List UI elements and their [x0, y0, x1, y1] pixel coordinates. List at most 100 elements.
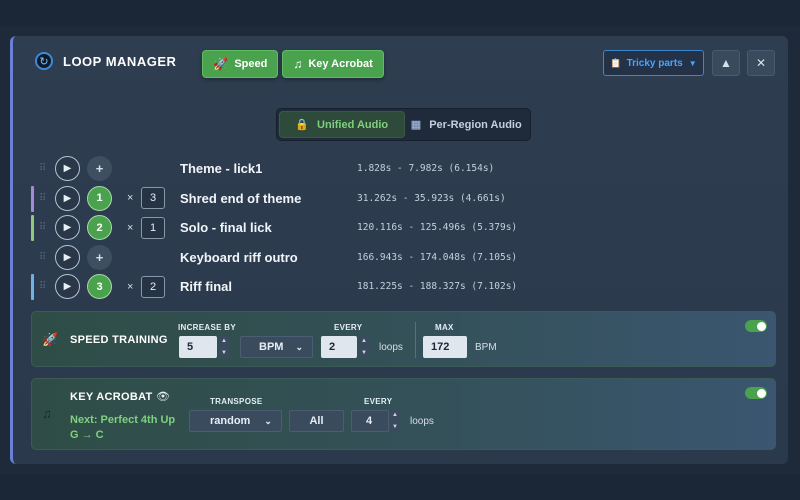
transpose-label: TRANSPOSE: [210, 397, 263, 406]
chevron-down-icon: ⌄: [264, 415, 272, 426]
speed-button[interactable]: 🚀 Speed: [202, 50, 279, 78]
loop-logo-icon: ↻: [35, 52, 53, 70]
eye-icon[interactable]: 👁: [156, 390, 170, 403]
chevron-down-icon: ▼: [688, 58, 697, 68]
play-button[interactable]: ▶: [55, 156, 80, 182]
play-icon: ▶: [63, 163, 72, 175]
scope-select-value: All: [309, 415, 324, 427]
max-input[interactable]: 172: [423, 336, 467, 358]
every-input[interactable]: 4: [351, 410, 389, 432]
loop-row: ⠿ ▶ + Keyboard riff outro 166.943s - 174…: [29, 243, 549, 273]
key-acrobat-toggle[interactable]: [745, 387, 767, 399]
stepper-up-icon: ▲: [392, 412, 398, 418]
rocket-icon: 🚀: [42, 332, 59, 347]
close-icon: ✕: [755, 56, 767, 70]
times-sign: ×: [127, 221, 134, 234]
repeat-count-input[interactable]: 2: [141, 275, 165, 298]
loop-row: ⠿ ▶ 1 × 3 Shred end of theme 31.262s - 3…: [29, 184, 549, 214]
preset-dropdown[interactable]: 📋 Tricky parts ▼: [603, 50, 704, 76]
loop-time: 31.262s - 35.923s (4.661s): [357, 192, 506, 204]
increase-by-input[interactable]: 5: [179, 336, 217, 358]
increase-by-label: INCREASE BY: [178, 323, 236, 332]
next-transposition: Next: Perfect 4th Up G → C: [70, 413, 175, 443]
drag-handle-icon[interactable]: ⠿: [39, 163, 46, 174]
unit-select[interactable]: BPM ⌄: [240, 336, 313, 358]
play-icon: ▶: [63, 251, 72, 263]
music-note-icon: ♫: [42, 406, 52, 421]
loop-row: ⠿ ▶ + Theme - lick1 1.828s - 7.982s (6.1…: [29, 154, 549, 184]
play-icon: ▶: [63, 281, 72, 293]
drag-handle-icon[interactable]: ⠿: [39, 193, 46, 204]
speed-training-card: 🚀 SPEED TRAINING INCREASE BY 5 ▲ ▼ BPM ⌄ …: [31, 311, 776, 367]
loop-number-badge[interactable]: 2: [87, 215, 112, 241]
transpose-select[interactable]: random ⌄: [189, 410, 282, 432]
loop-name[interactable]: Keyboard riff outro: [180, 250, 298, 265]
loop-name[interactable]: Riff final: [180, 279, 232, 294]
loop-number-badge[interactable]: 1: [87, 185, 112, 211]
loop-color-bar: [31, 274, 34, 300]
unit-select-value: BPM: [259, 341, 284, 353]
loop-name[interactable]: Solo - final lick: [180, 220, 272, 235]
speed-training-title: SPEED TRAINING: [70, 334, 168, 346]
music-note-icon: ♫: [293, 57, 303, 71]
rocket-icon: 🚀: [213, 57, 229, 71]
next-key-text: G → C: [70, 429, 104, 441]
times-sign: ×: [127, 192, 134, 205]
drag-handle-icon[interactable]: ⠿: [39, 252, 46, 263]
loop-number-badge[interactable]: 3: [87, 274, 112, 300]
transpose-select-value: random: [210, 415, 251, 427]
speed-training-toggle[interactable]: [745, 320, 767, 332]
loop-color-bar: [31, 185, 34, 212]
add-loop-button[interactable]: +: [87, 156, 112, 182]
key-acrobat-card: ♫ KEY ACROBAT 👁 Next: Perfect 4th Up G →…: [31, 378, 776, 450]
play-icon: ▶: [63, 222, 72, 234]
per-region-audio-option[interactable]: ▦ Per-Region Audio: [405, 111, 529, 138]
divider: [415, 322, 416, 358]
scope-select[interactable]: All: [289, 410, 344, 432]
panel-header: ↻ LOOP MANAGER 🚀 Speed ♫ Key Acrobat: [35, 36, 388, 92]
key-acrobat-button[interactable]: ♫ Key Acrobat: [282, 50, 384, 78]
key-acrobat-title: KEY ACROBAT: [70, 391, 153, 403]
play-button[interactable]: ▶: [55, 215, 80, 241]
every-unit-label: loops: [379, 342, 403, 353]
every-stepper[interactable]: ▲ ▼: [390, 410, 400, 432]
loop-time: 1.828s - 7.982s (6.154s): [357, 163, 495, 175]
play-icon: ▶: [63, 192, 72, 204]
loop-name[interactable]: Shred end of theme: [180, 191, 301, 206]
stepper-up-icon: ▲: [361, 338, 367, 344]
close-button[interactable]: ✕: [747, 50, 775, 76]
add-loop-button[interactable]: +: [87, 244, 112, 270]
every-stepper[interactable]: ▲ ▼: [359, 336, 369, 358]
preset-label: Tricky parts: [626, 57, 683, 69]
bottom-bar: [0, 474, 800, 500]
stepper-down-icon: ▼: [392, 424, 398, 430]
loop-row: ⠿ ▶ 3 × 2 Riff final 181.225s - 188.327s…: [29, 272, 549, 302]
every-input[interactable]: 2: [321, 336, 357, 358]
per-region-audio-label: Per-Region Audio: [429, 118, 522, 131]
chevron-up-icon: ▲: [720, 56, 732, 70]
audio-mode-toggle: 🔒 Unified Audio ▦ Per-Region Audio: [276, 108, 531, 141]
repeat-count-input[interactable]: 3: [141, 187, 165, 210]
loop-time: 181.225s - 188.327s (7.102s): [357, 281, 518, 293]
unified-audio-option[interactable]: 🔒 Unified Audio: [279, 111, 405, 138]
lock-icon: 🔒: [295, 119, 310, 131]
play-button[interactable]: ▶: [55, 244, 80, 270]
repeat-count-input[interactable]: 1: [141, 216, 165, 239]
times-sign: ×: [127, 280, 134, 293]
every-unit-label: loops: [410, 416, 434, 427]
loop-manager-panel: ↻ LOOP MANAGER 🚀 Speed ♫ Key Acrobat 📋 T…: [10, 36, 788, 464]
stepper-down-icon: ▼: [361, 350, 367, 356]
panel-title: LOOP MANAGER: [63, 53, 177, 69]
drag-handle-icon[interactable]: ⠿: [39, 281, 46, 292]
play-button[interactable]: ▶: [55, 274, 80, 300]
loop-color-bar: [31, 215, 34, 241]
collapse-button[interactable]: ▲: [712, 50, 740, 76]
loop-list: ⠿ ▶ + Theme - lick1 1.828s - 7.982s (6.1…: [29, 154, 549, 302]
stepper-up-icon: ▲: [221, 338, 227, 344]
increase-by-stepper[interactable]: ▲ ▼: [219, 336, 229, 358]
max-unit-label: BPM: [475, 342, 497, 353]
play-button[interactable]: ▶: [55, 185, 80, 211]
drag-handle-icon[interactable]: ⠿: [39, 222, 46, 233]
loop-time: 166.943s - 174.048s (7.105s): [357, 251, 518, 263]
loop-name[interactable]: Theme - lick1: [180, 161, 262, 176]
